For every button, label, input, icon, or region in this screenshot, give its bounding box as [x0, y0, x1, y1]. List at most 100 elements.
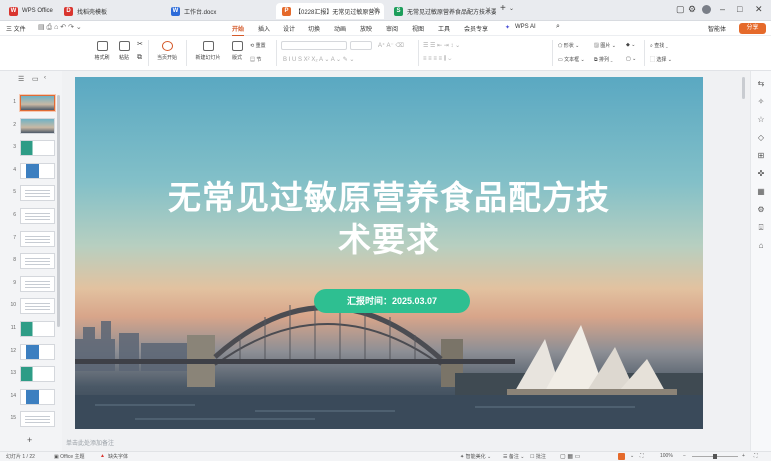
close-icon[interactable]: ✕ — [373, 6, 379, 14]
font-size-select[interactable] — [350, 41, 372, 50]
animation-icon[interactable]: ✜ — [756, 169, 766, 179]
layout-panel-icon[interactable]: ⊞ — [756, 151, 766, 161]
slide-thumbnail-preview[interactable] — [20, 366, 55, 383]
share-button[interactable]: 分享 — [739, 23, 766, 34]
missing-font-button[interactable]: 缺失字体 — [108, 453, 128, 460]
slide-thumbnail[interactable]: 15 — [8, 411, 60, 428]
view-mode-icons[interactable]: ▢ ▦ ▭ — [560, 453, 580, 460]
slide-thumbnail-preview[interactable] — [20, 298, 55, 315]
slideshow-play-icon[interactable] — [618, 453, 625, 460]
slide-thumbnail[interactable]: 6 — [8, 208, 60, 225]
slide-thumbnail[interactable]: 4 — [8, 162, 60, 180]
slide-thumbnail-preview[interactable] — [20, 343, 55, 360]
font-style-icons[interactable]: B I U S X² X₂ A ⌄ A ⌄ ✎ ⌄ — [283, 56, 354, 63]
outline-color-icon[interactable]: ▢ ⌄ — [626, 56, 636, 62]
textbox-button[interactable]: ▭ 文本框 ⌄ — [558, 56, 585, 63]
layout-button[interactable]: 版式 — [228, 41, 246, 61]
arrange-button[interactable]: ⧉ 排列 ⌄ — [594, 56, 613, 63]
menu-design[interactable]: 设计 — [283, 24, 295, 33]
menu-wps-ai[interactable]: WPS AI — [515, 24, 536, 30]
avatar[interactable] — [702, 5, 711, 14]
menu-slideshow[interactable]: 放映 — [360, 24, 372, 33]
slide-thumbnail-preview[interactable] — [20, 321, 55, 337]
agent-button[interactable]: 智能体 — [708, 24, 726, 33]
slide-thumbnail[interactable]: 10 — [8, 298, 60, 315]
slide-thumbnail-preview[interactable] — [20, 140, 55, 157]
expand-panel-icon[interactable]: ⇆ — [756, 79, 766, 89]
slide-thumbnail-preview[interactable] — [20, 185, 55, 202]
menu-animation[interactable]: 动画 — [334, 24, 346, 33]
slide-thumbnail-preview[interactable] — [20, 117, 55, 134]
slide-thumbnail-preview[interactable] — [19, 94, 56, 112]
file-menu[interactable]: 三 文件 — [6, 24, 26, 33]
notes-placeholder[interactable]: 单击此处添加备注 — [62, 433, 750, 451]
play-from-current-button[interactable]: 当页开始 — [152, 41, 182, 61]
font-family-select[interactable] — [281, 41, 347, 50]
shape-style-icon[interactable]: ◇ — [756, 133, 766, 143]
tab-ppt-report[interactable]: P 【0228汇报】无常见过敏原营养 ✕ — [276, 3, 384, 19]
smart-beautify-button[interactable]: ✦ 智能美化 ⌄ — [460, 453, 491, 460]
slide-thumbnail-preview[interactable] — [20, 275, 55, 292]
paste-button[interactable]: 粘贴 — [114, 41, 134, 61]
menu-member[interactable]: 会员专享 — [464, 24, 488, 33]
slide-thumbnail[interactable]: 7 — [8, 230, 60, 248]
slide-thumbnail-preview[interactable] — [20, 253, 55, 270]
section-button[interactable]: ▤ 节 — [250, 56, 261, 63]
paragraph-align-icons[interactable]: ≡ ≡ ≡ ≡ ⫼ ⌄ — [423, 56, 451, 63]
slide-thumbnail[interactable]: 14 — [8, 388, 60, 406]
font-size-adjust-icon[interactable]: A⁺ A⁻ ⌫ — [378, 42, 404, 49]
fill-color-icon[interactable]: ◆ ⌄ — [626, 42, 635, 48]
paragraph-list-icons[interactable]: ☰ ☰ ⇤ ⇥ ↕ ⌄ — [423, 42, 460, 49]
slide-thumbnail[interactable]: 3 — [8, 140, 60, 157]
zoom-slider-handle[interactable] — [713, 454, 717, 459]
menu-view[interactable]: 视图 — [412, 24, 424, 33]
chevron-down-icon[interactable]: ⌄ — [630, 453, 634, 459]
new-tab-icon[interactable]: + — [500, 3, 506, 14]
slide-thumbnail[interactable]: 11 — [8, 321, 60, 338]
thumbnail-view-icon[interactable]: ▭ — [32, 75, 39, 83]
canvas-scrollbar[interactable] — [742, 77, 745, 99]
slide-thumbnail[interactable]: 2 — [8, 117, 60, 135]
format-painter-button[interactable]: 格式刷 — [92, 41, 112, 61]
copy-icon[interactable]: ⧉ — [137, 54, 142, 62]
search-icon[interactable]: ⌕ — [556, 23, 560, 31]
reset-button[interactable]: ⟲ 重置 — [250, 42, 266, 49]
cut-icon[interactable]: ✂ — [137, 40, 143, 48]
beautify-icon[interactable]: ✧ — [756, 97, 766, 107]
thumbnail-scrollbar[interactable] — [57, 95, 60, 327]
template-icon[interactable]: ⚙ — [756, 205, 766, 215]
select-button[interactable]: ⬚ 选择 ⌄ — [650, 56, 672, 63]
find-button[interactable]: ⌕ 查找 ⌄ — [650, 42, 668, 49]
settings-icon[interactable]: ⚙ — [688, 4, 696, 15]
slide-thumbnail-preview[interactable] — [20, 162, 55, 179]
slide-canvas[interactable]: 无常见过敏原营养食品配方技术要求 汇报时间：2025.03.07 — [75, 77, 703, 429]
menu-tools[interactable]: 工具 — [438, 24, 450, 33]
slide-thumbnail[interactable]: 1 — [8, 94, 60, 112]
picture-button[interactable]: ▨ 图片 ⌄ — [594, 42, 616, 49]
close-window-icon[interactable]: ✕ — [755, 4, 763, 15]
menu-transition[interactable]: 切换 — [308, 24, 320, 33]
menu-review[interactable]: 审阅 — [386, 24, 398, 33]
minimize-icon[interactable]: – — [720, 4, 725, 14]
slide-thumbnail-preview[interactable] — [20, 388, 55, 405]
theme-name[interactable]: ▣ Office 主题 — [54, 453, 84, 460]
menu-home[interactable]: 开始 — [232, 24, 245, 37]
window-restore-icon[interactable]: ▢ — [676, 4, 685, 15]
chevron-down-icon[interactable]: ⌄ — [509, 5, 514, 12]
new-slide-button[interactable]: 新建幻灯片 — [190, 41, 226, 61]
add-slide-icon[interactable]: + — [27, 435, 32, 445]
shape-button[interactable]: ⬠ 形状 ⌄ — [558, 42, 579, 49]
report-time-label[interactable]: 汇报时间：2025.03.07 — [314, 289, 470, 313]
zoom-out-icon[interactable]: − — [683, 453, 686, 459]
outline-view-icon[interactable]: ☰ — [18, 75, 24, 83]
comment-button[interactable]: ☐ 批注 — [530, 453, 546, 460]
fit-window-icon[interactable]: ⛶ — [640, 453, 644, 459]
table-icon[interactable]: ▦ — [756, 187, 766, 197]
maximize-icon[interactable]: □ — [737, 4, 742, 14]
fullscreen-icon[interactable]: ⛶ — [754, 453, 758, 459]
menu-insert[interactable]: 插入 — [258, 24, 270, 33]
star-icon[interactable]: ☆ — [756, 115, 766, 125]
tab-wps-office[interactable]: W WPS Office — [3, 3, 55, 19]
tab-workbench-doc[interactable]: W 工作台.docx — [165, 3, 270, 19]
slide-thumbnail-preview[interactable] — [20, 230, 55, 247]
